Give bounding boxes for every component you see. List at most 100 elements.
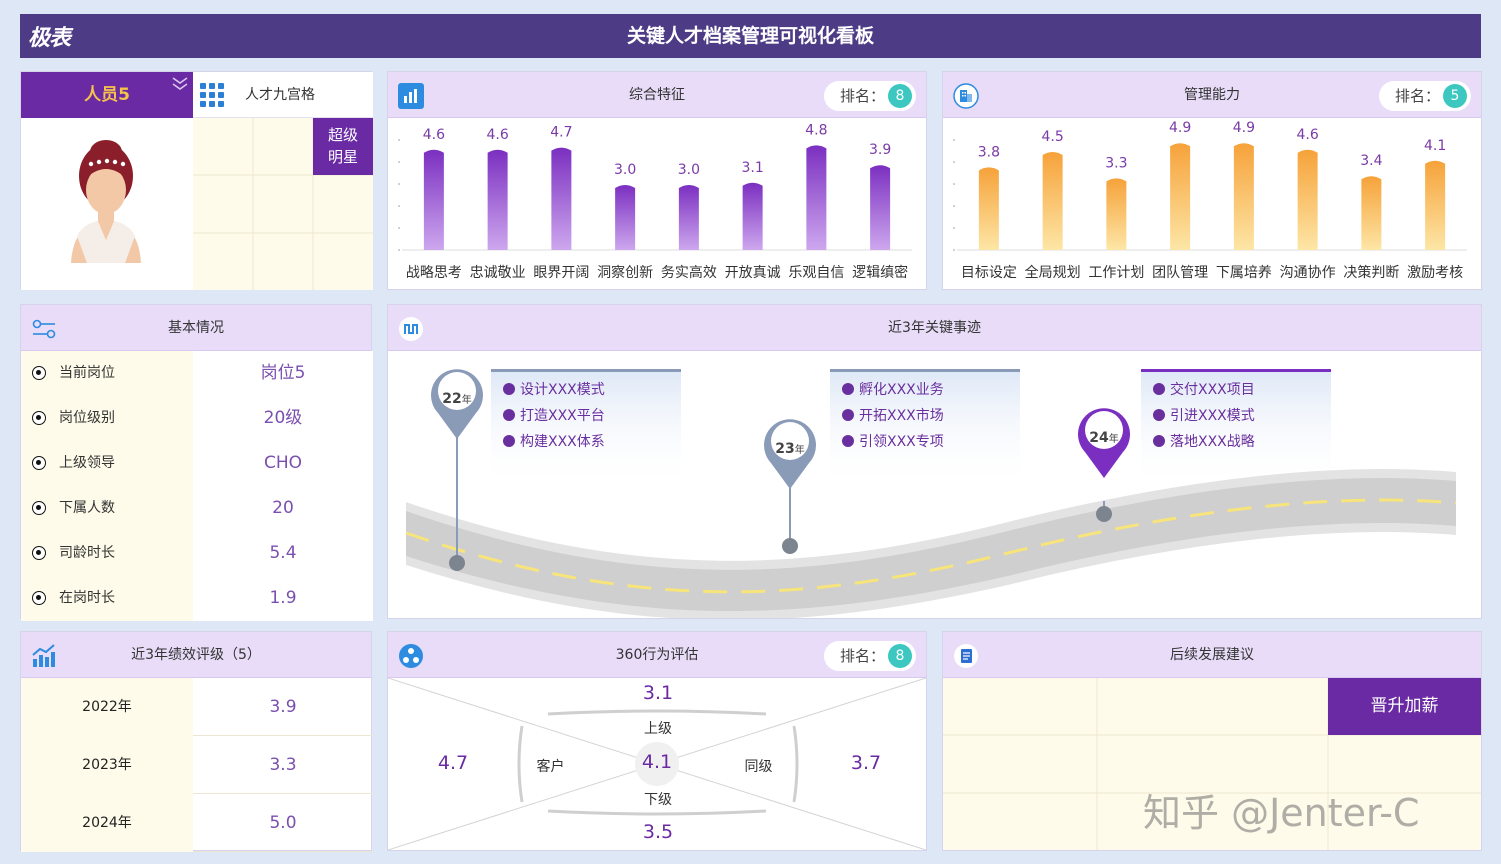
basic-title: 基本情况 [168, 320, 224, 336]
performance-year: 2024年 [21, 794, 193, 852]
category-label: 洞察创新 [597, 264, 653, 281]
events-header: 近3年关键事迹 [388, 305, 1481, 351]
rank-label: 排名： [840, 87, 886, 105]
advice-panel: 后续发展建议 晋升加薪 知乎 @Jenter-C [942, 631, 1482, 851]
management-header: 管理能力 排名： 5 [943, 72, 1481, 118]
event-item: 开拓XXX市场 [842, 403, 944, 429]
bar-value-label: 4.1 [1424, 138, 1446, 154]
eval360-right-value: 3.7 [850, 752, 882, 774]
performance-year: 2023年 [21, 736, 193, 794]
y-tick [953, 205, 955, 207]
grid-icon [200, 83, 224, 107]
eval360-rank: 排名： 8 [824, 641, 916, 671]
y-tick [953, 227, 955, 229]
info-value: 20 [193, 486, 373, 531]
title-bar: 极表 关键人才档案管理可视化看板 [20, 14, 1481, 58]
person-card: 人员5 人才九宫格 超级 明星 [20, 71, 373, 290]
info-key: 在岗时长 [59, 590, 115, 606]
performance-score: 5.0 [269, 813, 297, 833]
performance-panel: 近3年绩效评级（5） 2022年 3.9 2023年 3.3 2024年 5.0 [20, 631, 373, 852]
overall-chart: 4.6 战略思考 4.6 忠诚敬业 4.7 眼界开阔 3.0 洞察创新 3.0 务实高效 3.1 开放… [398, 122, 912, 281]
radio-bullet-icon [32, 456, 46, 470]
info-key: 岗位级别 [59, 410, 115, 426]
y-tick [398, 205, 400, 207]
eval360-left-label: 客户 [536, 759, 565, 775]
category-label: 逻辑缜密 [852, 264, 908, 281]
nine-box-grid: 超级 明星 [193, 118, 373, 290]
bar [1425, 160, 1446, 250]
basic-header: 基本情况 [21, 305, 371, 351]
info-row: 岗位级别 20级 [21, 396, 373, 441]
bar-value-label: 4.9 [1233, 120, 1255, 136]
rank-label: 排名： [840, 647, 886, 665]
event-item: 交付XXX项目 [1153, 377, 1255, 403]
person-selector[interactable]: 人员5 [21, 72, 193, 118]
y-tick [953, 249, 955, 251]
category-label: 乐观自信 [788, 265, 844, 281]
category-label: 忠诚敬业 [470, 265, 526, 281]
bar-value-label: 4.6 [1296, 127, 1318, 143]
bar-value-label: 4.8 [805, 122, 827, 138]
bar [1170, 143, 1191, 250]
y-tick [953, 183, 955, 185]
event-item: 引领XXX专项 [842, 429, 944, 455]
performance-row: 2022年 3.9 [21, 678, 373, 736]
nine-box-tag-line1: 超级 [327, 126, 358, 144]
advice-tag: 晋升加薪 [1328, 678, 1481, 735]
info-row: 在岗时长 1.9 [21, 576, 373, 621]
management-chart: 3.8 目标设定 4.5 全局规划 3.3 工作计划 4.9 团队管理 4.9 下属培养 4.6 沟通… [953, 120, 1467, 281]
info-value: 5.4 [193, 531, 373, 576]
year-unit: 年 [794, 445, 805, 456]
person-name: 人员5 [84, 85, 130, 105]
eval360-left-value: 4.7 [437, 752, 469, 774]
category-label: 激励考核 [1407, 264, 1463, 281]
bar-value-label: 3.1 [741, 160, 763, 176]
eval360-right-label: 同级 [744, 759, 773, 775]
bar-value-label: 3.8 [978, 144, 1000, 160]
info-key: 司龄时长 [59, 545, 115, 561]
year-number: 23 [775, 441, 795, 457]
bar [487, 149, 508, 250]
radio-bullet-icon [32, 591, 46, 605]
bar [551, 147, 572, 250]
year-unit: 年 [461, 395, 472, 406]
year-pin: 24年 [1084, 430, 1124, 446]
nine-box-header: 人才九宫格 [193, 72, 373, 118]
bar [1106, 178, 1127, 250]
rank-badge: 5 [1443, 84, 1467, 108]
performance-title: 近3年绩效评级（5） [131, 647, 261, 663]
y-tick [953, 139, 955, 141]
year-pin: 23年 [770, 441, 810, 457]
chevron-down-icon[interactable] [171, 76, 189, 92]
event-item: 设计XXX模式 [503, 377, 605, 403]
y-tick [398, 183, 400, 185]
performance-header: 近3年绩效评级（5） [21, 632, 371, 678]
radio-bullet-icon [32, 366, 46, 380]
event-item: 孵化XXX业务 [842, 377, 944, 403]
category-label: 工作计划 [1088, 265, 1144, 281]
bar [1361, 176, 1382, 250]
performance-year: 2022年 [21, 678, 193, 736]
event-list: 设计XXX模式 打造XXX平台 构建XXX体系 [503, 377, 605, 455]
eval360-panel: 360行为评估 排名： 8 3.1 上级 4.7 客户 4.1 同级 3.7 下… [387, 631, 927, 851]
bar [1297, 149, 1318, 250]
info-value: CHO [193, 441, 373, 486]
bar [806, 145, 827, 250]
event-item: 打造XXX平台 [503, 403, 605, 429]
year-unit: 年 [1108, 434, 1119, 445]
event-item: 构建XXX体系 [503, 429, 605, 455]
y-tick [398, 139, 400, 141]
info-row: 司龄时长 5.4 [21, 531, 373, 576]
info-value: 1.9 [193, 576, 373, 621]
bar-value-label: 4.6 [423, 127, 445, 143]
category-label: 目标设定 [961, 265, 1017, 281]
nine-box-title: 人才九宫格 [245, 87, 315, 103]
eval360-top-label: 上级 [644, 721, 672, 737]
info-value: 20级 [193, 396, 373, 441]
category-label: 团队管理 [1152, 265, 1208, 281]
year-number: 22 [442, 391, 462, 407]
bar [423, 149, 444, 250]
radio-bullet-icon [32, 411, 46, 425]
management-rank: 排名： 5 [1379, 81, 1471, 111]
category-label: 开放真诚 [725, 265, 781, 281]
